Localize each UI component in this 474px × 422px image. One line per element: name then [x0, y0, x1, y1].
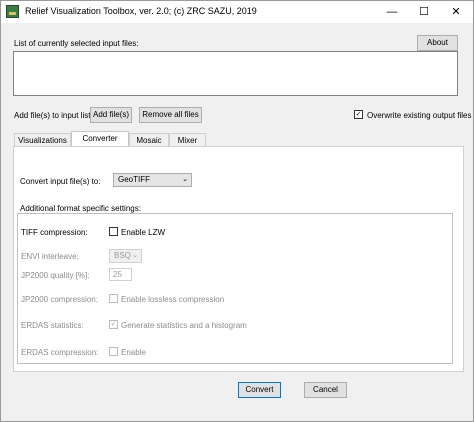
window-title: Relief Visualization Toolbox, ver. 2.0; …	[25, 6, 257, 16]
tab-converter[interactable]: Converter	[71, 131, 129, 147]
envi-interleave-select[interactable]: BSQ ⌄	[109, 249, 142, 263]
output-format-value: GeoTIFF	[118, 175, 151, 184]
app-logo-icon	[6, 5, 19, 18]
chevron-down-icon: ⌄	[132, 252, 138, 259]
enable-lzw-label: Enable LZW	[121, 228, 166, 237]
enable-lzw-checkbox[interactable]	[109, 227, 118, 236]
jp2000-quality-label: JP2000 quality [%]:	[21, 271, 90, 280]
title-bar: Relief Visualization Toolbox, ver. 2.0; …	[1, 1, 473, 23]
input-files-list[interactable]	[13, 51, 458, 96]
add-files-button[interactable]: Add file(s)	[90, 107, 132, 123]
jp2000-quality-input[interactable]: 25	[109, 268, 132, 281]
generate-statistics-label: Generate statistics and a histogram	[121, 321, 247, 330]
about-button[interactable]: About	[417, 35, 458, 51]
output-format-select[interactable]: GeoTIFF ⌄	[113, 173, 192, 187]
input-list-label: List of currently selected input files:	[14, 39, 139, 48]
erdas-enable-label: Enable	[121, 348, 146, 357]
erdas-compression-label: ERDAS compression:	[21, 348, 99, 357]
convert-to-label: Convert input file(s) to:	[20, 177, 101, 186]
remove-all-files-button[interactable]: Remove all files	[139, 107, 202, 123]
tab-visualizations[interactable]: Visualizations	[14, 133, 71, 147]
lossless-compression-checkbox[interactable]	[109, 294, 118, 303]
overwrite-label: Overwrite existing output files	[367, 111, 472, 120]
close-icon[interactable]: ✕	[440, 1, 472, 23]
tab-mixer[interactable]: Mixer	[169, 133, 206, 147]
generate-statistics-checkbox[interactable]: ✓	[109, 320, 118, 329]
erdas-enable-checkbox[interactable]	[109, 347, 118, 356]
envi-interleave-label: ENVI interleave:	[21, 252, 79, 261]
cancel-button[interactable]: Cancel	[304, 382, 347, 398]
overwrite-checkbox[interactable]: ✓	[354, 110, 363, 119]
jp2000-compression-label: JP2000 compression:	[21, 295, 98, 304]
chevron-down-icon: ⌄	[182, 176, 188, 183]
format-settings-label: Additional format specific settings:	[20, 204, 141, 213]
lossless-compression-label: Enable lossless compression	[121, 295, 225, 304]
convert-button[interactable]: Convert	[238, 382, 281, 398]
erdas-statistics-label: ERDAS statistics:	[21, 321, 84, 330]
minimize-icon[interactable]: —	[376, 1, 408, 23]
maximize-icon[interactable]: ☐	[408, 1, 440, 23]
add-files-label: Add file(s) to input list:	[14, 111, 93, 120]
tiff-compression-label: TIFF compression:	[21, 228, 88, 237]
envi-interleave-value: BSQ	[114, 251, 131, 260]
tab-mosaic[interactable]: Mosaic	[129, 133, 169, 147]
app-window: Relief Visualization Toolbox, ver. 2.0; …	[0, 0, 474, 422]
